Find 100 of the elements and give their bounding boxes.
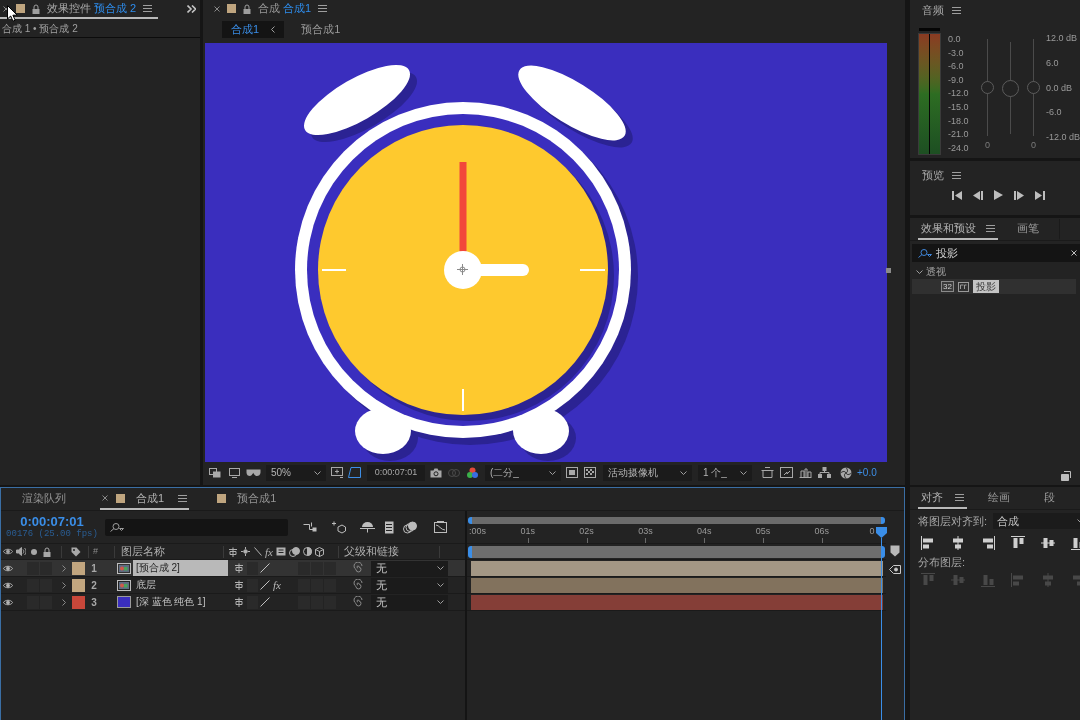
parent-dropdown[interactable]: 无 xyxy=(371,577,448,593)
chevron-down-icon[interactable] xyxy=(549,470,556,475)
lock-icon[interactable] xyxy=(243,3,251,14)
skip-to-end-icon[interactable] xyxy=(1035,190,1045,200)
eye-icon[interactable] xyxy=(3,598,13,606)
chart-icon[interactable] xyxy=(780,467,793,478)
camera-dropdown[interactable]: 活动摄像机 xyxy=(603,464,692,481)
layer-name[interactable]: [深 蓝色 纯色 1] xyxy=(133,594,228,610)
panel-tab[interactable]: 对齐 xyxy=(918,488,967,509)
switch-toggle[interactable] xyxy=(247,561,258,575)
panel-tab[interactable]: 段 xyxy=(1041,488,1058,509)
shy-figure-icon[interactable] xyxy=(234,597,244,607)
search-icon[interactable] xyxy=(918,248,932,258)
label-color-swatch[interactable] xyxy=(72,595,85,609)
align-left-icon[interactable] xyxy=(921,535,935,550)
eye-icon[interactable] xyxy=(3,564,13,572)
align-middle-icon[interactable] xyxy=(1041,535,1055,550)
goggles-icon[interactable] xyxy=(246,468,261,477)
label-color-swatch[interactable] xyxy=(72,578,85,592)
skip-to-start-icon[interactable] xyxy=(952,190,962,200)
speaker-icon[interactable] xyxy=(16,547,26,556)
aperture-icon[interactable] xyxy=(840,466,852,479)
chevron-down-icon[interactable] xyxy=(437,600,444,604)
shy-figure-icon[interactable] xyxy=(228,546,238,557)
viewer-tab[interactable]: 合成1 xyxy=(222,21,285,38)
chevron-down-icon[interactable] xyxy=(437,583,444,587)
menu-icon[interactable] xyxy=(955,494,964,501)
chevron-right-icon[interactable] xyxy=(62,581,66,589)
monitor-icon[interactable] xyxy=(229,467,240,478)
square-frame-icon[interactable] xyxy=(566,467,578,478)
tag-icon[interactable] xyxy=(889,564,901,575)
search-icon[interactable] xyxy=(110,522,124,532)
chevron-right-icon[interactable] xyxy=(62,564,66,572)
work-area-bar[interactable] xyxy=(468,545,885,558)
layer-bar[interactable] xyxy=(471,560,883,576)
menu-icon[interactable] xyxy=(952,7,961,14)
menu-icon[interactable] xyxy=(178,494,188,502)
graph-icon[interactable] xyxy=(434,521,447,533)
chevron-down-icon[interactable] xyxy=(916,269,923,274)
layer-name[interactable]: 底层 xyxy=(133,577,228,593)
align-center-icon[interactable] xyxy=(951,535,965,550)
chevron-down-icon[interactable] xyxy=(314,470,321,475)
menu-icon[interactable] xyxy=(143,5,153,12)
chevron-right-icon[interactable] xyxy=(62,598,66,606)
tile-icon[interactable] xyxy=(957,281,969,292)
align-right-icon[interactable] xyxy=(981,535,995,550)
search-field[interactable] xyxy=(105,518,288,536)
rgb-circles-icon[interactable] xyxy=(466,466,479,479)
overlapping-squares-icon[interactable] xyxy=(209,467,221,478)
switch-toggle[interactable] xyxy=(298,561,310,575)
layer-bar[interactable] xyxy=(471,577,883,593)
marker-icon[interactable] xyxy=(890,545,900,557)
column-header[interactable]: 图层名称 xyxy=(121,543,223,560)
timeline-tab[interactable]: 渲染队列 xyxy=(20,488,68,510)
lock-icon[interactable] xyxy=(43,546,51,557)
chevron-down-icon[interactable] xyxy=(437,566,444,570)
film-icon[interactable] xyxy=(275,547,286,556)
eye-icon[interactable] xyxy=(3,548,13,555)
play-icon[interactable] xyxy=(994,190,1003,200)
menu-icon[interactable] xyxy=(952,172,961,179)
layer-name[interactable]: [预合成 2] xyxy=(133,560,228,576)
pages-icon[interactable] xyxy=(1061,471,1071,481)
gain-slider[interactable] xyxy=(980,39,994,136)
half-circle-icon[interactable] xyxy=(302,547,312,556)
panel-tab[interactable]: 效果和预设 xyxy=(918,219,998,240)
align-top-icon[interactable] xyxy=(1011,535,1025,550)
resize-handle[interactable] xyxy=(886,268,891,273)
search-field[interactable]: 投影 xyxy=(912,244,1080,262)
gain-slider[interactable] xyxy=(1026,39,1040,136)
align-to-dropdown[interactable]: 合成 xyxy=(993,513,1080,529)
step-back-icon[interactable] xyxy=(973,190,983,200)
circles-icon[interactable] xyxy=(288,546,300,557)
close-icon[interactable] xyxy=(1071,250,1077,256)
shy-figure-icon[interactable] xyxy=(234,580,244,590)
timeline-tab[interactable]: 合成1 xyxy=(100,488,190,510)
zoom-dropdown[interactable]: 50% xyxy=(266,464,326,481)
step-forward-icon[interactable] xyxy=(1014,190,1024,200)
composition-canvas[interactable] xyxy=(205,43,887,462)
panel-tab[interactable]: 合成 合成1 xyxy=(211,0,334,19)
cube-plus-icon[interactable] xyxy=(332,520,346,534)
flowchart-icon[interactable] xyxy=(818,467,831,478)
flowchart-icon[interactable] xyxy=(303,522,317,532)
effect-switch[interactable]: fx xyxy=(273,579,284,591)
gain-slider[interactable] xyxy=(1001,42,1019,134)
panel-tab[interactable]: 画笔 xyxy=(1014,219,1060,240)
dome-icon[interactable] xyxy=(360,521,375,533)
label-color-swatch[interactable] xyxy=(72,561,85,575)
film-strip-icon[interactable] xyxy=(382,520,394,534)
camera-icon[interactable] xyxy=(430,467,442,478)
dot-icon[interactable] xyxy=(31,548,37,555)
timeline-tab[interactable]: 预合成1 xyxy=(215,488,279,510)
screen-plus-icon[interactable] xyxy=(331,467,343,478)
playhead-marker-icon[interactable] xyxy=(875,527,887,538)
parent-dropdown[interactable]: 无 xyxy=(371,560,448,576)
slider-knob[interactable] xyxy=(1026,81,1040,94)
shy-figure-icon[interactable] xyxy=(234,563,244,573)
frame-layout-icon[interactable] xyxy=(761,467,774,478)
bars-icon[interactable] xyxy=(799,467,812,478)
current-timecode[interactable]: 0:00:07:01 xyxy=(20,514,84,529)
effect-name[interactable]: 投影 xyxy=(972,280,999,293)
